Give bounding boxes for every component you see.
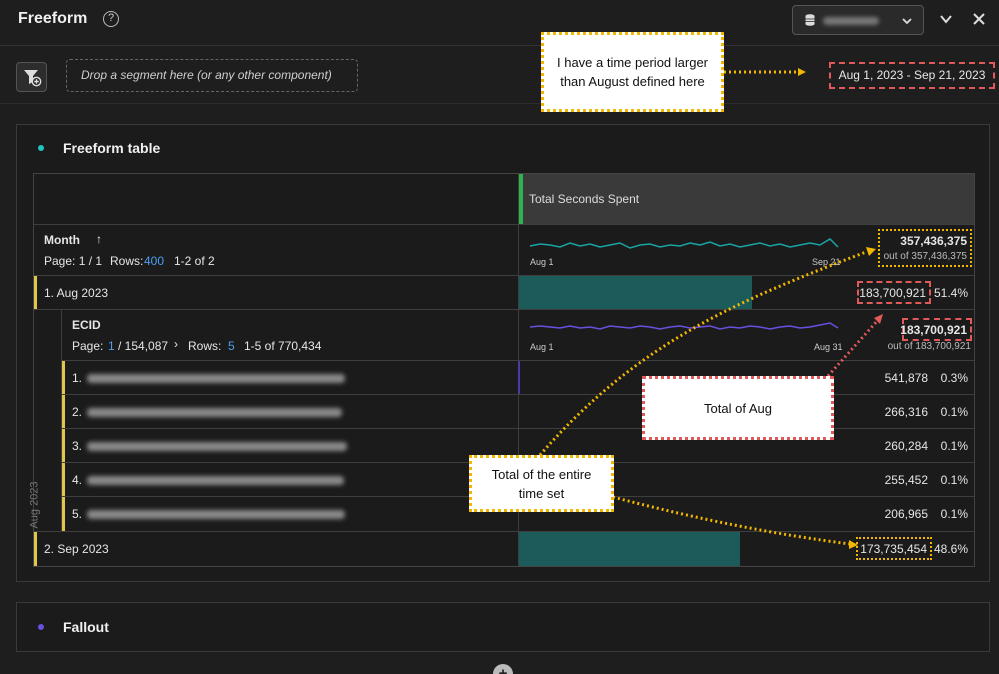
panel-status-dot <box>38 624 44 630</box>
callout-total-aug: Total of Aug <box>642 376 834 440</box>
sparkline-start-label: Aug 1 <box>530 257 554 267</box>
panel-status-dot <box>38 145 44 151</box>
callout-total-entire: Total of the entire time set <box>469 455 614 512</box>
breakdown-total-value: 183,700,921 <box>900 323 967 337</box>
fallout-title[interactable]: Fallout <box>63 619 109 635</box>
breakdown-side-column: Aug 2023 <box>29 310 62 532</box>
breakdown-total-sub: out of 183,700,921 <box>887 341 971 352</box>
breakdown-page-current[interactable]: 1 <box>108 339 115 353</box>
row-percent: 0.1% <box>940 405 968 419</box>
row-percent: 0.1% <box>940 473 968 487</box>
grand-total-value: 357,436,375 <box>900 234 967 248</box>
collapse-chevron-icon[interactable] <box>939 12 953 26</box>
segment-drop-zone[interactable]: Drop a segment here (or any other compon… <box>66 59 358 92</box>
dimension-label[interactable]: Month <box>44 233 80 247</box>
sort-ascending-icon[interactable]: ↑ <box>96 232 102 246</box>
bar-aug-2023 <box>519 276 752 309</box>
page-title: Freeform <box>18 10 88 27</box>
row-value: 255,452 <box>884 473 928 487</box>
breakdown-dimension-label[interactable]: ECID <box>72 318 101 332</box>
row-label: 1. Aug 2023 <box>44 286 109 300</box>
sep-value-highlight: 173,735,454 <box>856 537 932 560</box>
ecid-redacted <box>87 476 344 485</box>
ecid-redacted <box>87 374 345 383</box>
add-panel-button[interactable]: + <box>493 664 513 674</box>
breakdown-rows-select[interactable]: 5 <box>228 339 235 353</box>
report-suite-selector[interactable] <box>792 5 924 35</box>
help-icon[interactable]: ? <box>103 11 119 27</box>
row-index: 4. <box>72 473 83 487</box>
breakdown-row[interactable]: 2. 266,316 0.1% <box>62 395 974 429</box>
breakdown-side-label: Aug 2023 <box>28 481 41 529</box>
sparkline-ecid <box>530 322 839 330</box>
row-index: 1. <box>72 371 83 385</box>
row-value: 173,735,454 <box>860 542 927 556</box>
row-value: 183,700,921 <box>859 286 926 300</box>
ecid-redacted <box>87 442 347 451</box>
metric-header-label: Total Seconds Spent <box>529 192 640 206</box>
row-label: 2. Sep 2023 <box>44 542 109 556</box>
breakdown-total-highlight: 183,700,921 <box>900 318 972 341</box>
row-range-label: 1-2 of 2 <box>174 254 215 268</box>
row-value: 541,878 <box>884 371 928 385</box>
metric-color-marker <box>519 174 523 224</box>
ecid-redacted <box>87 408 342 417</box>
row-index: 2. <box>72 405 83 419</box>
breakdown-header-row: ECID Page: 1 / 154,087 › Rows: 5 1-5 of … <box>62 310 974 361</box>
row-value: 260,284 <box>884 439 928 453</box>
chevron-down-icon <box>902 18 912 25</box>
sparkline-month <box>530 238 839 249</box>
row-value: 266,316 <box>884 405 928 419</box>
next-page-icon[interactable]: › <box>174 337 178 351</box>
row-value: 206,965 <box>884 507 928 521</box>
close-icon[interactable] <box>972 12 986 26</box>
row-percent: 0.1% <box>940 507 968 521</box>
aug-value-highlight: 183,700,921 <box>857 281 931 304</box>
add-segment-button[interactable] <box>16 62 47 92</box>
fallout-panel[interactable]: Fallout <box>16 602 990 652</box>
page-indicator: Page: 1 / 1 <box>44 254 103 268</box>
breakdown-range-label: 1-5 of 770,434 <box>244 339 322 353</box>
panel-header: Freeform ? <box>0 0 999 46</box>
breakdown-row[interactable]: 1. 541,878 0.3% <box>62 361 974 395</box>
ecid-redacted <box>87 510 345 519</box>
panel-title[interactable]: Freeform table <box>63 140 160 156</box>
breakdown-page-total: / 154,087 <box>118 339 169 353</box>
grand-total-highlight: 357,436,375 out of 357,436,375 <box>878 229 972 267</box>
rows-per-page-select[interactable]: 400 <box>144 254 164 268</box>
breakdown-spark-end: Aug 31 <box>814 342 843 352</box>
row-percent: 48.6% <box>933 542 968 556</box>
row-percent: 0.3% <box>940 371 968 385</box>
table-header-row: Total Seconds Spent <box>34 174 974 225</box>
dimension-header-row: Month ↑ Page: 1 / 1 Rows: 400 1-2 of 2 A… <box>34 225 974 276</box>
row-index: 5. <box>72 507 83 521</box>
row-percent: 0.1% <box>940 439 968 453</box>
table-row-aug-2023[interactable]: 1. Aug 2023 183,700,921 51.4% <box>34 276 974 310</box>
bar-sep-2023 <box>519 532 740 566</box>
segment-drop-bar: Drop a segment here (or any other compon… <box>0 46 999 104</box>
sparkline-end-label: Sep 21 <box>812 257 841 267</box>
breakdown-spark-start: Aug 1 <box>530 342 554 352</box>
report-suite-name-redacted <box>823 17 879 25</box>
date-range-picker[interactable]: Aug 1, 2023 - Sep 21, 2023 <box>829 62 995 89</box>
breakdown-rows-label: Rows: <box>188 339 222 353</box>
breakdown-bar <box>518 361 520 394</box>
table-row-sep-2023[interactable]: 2. Sep 2023 173,735,454 48.6% <box>34 532 974 566</box>
rows-label: Rows: <box>110 254 144 268</box>
callout-time-period: I have a time period larger than August … <box>541 32 724 112</box>
grand-total-sub: out of 357,436,375 <box>883 251 967 262</box>
row-percent: 51.4% <box>933 286 968 300</box>
freeform-table-panel: Freeform table Total Seconds Spent Month… <box>16 124 990 582</box>
filter-add-icon <box>24 70 42 87</box>
row-index: 3. <box>72 439 83 453</box>
database-icon <box>805 14 815 26</box>
breakdown-page-prefix: Page: <box>72 339 104 353</box>
